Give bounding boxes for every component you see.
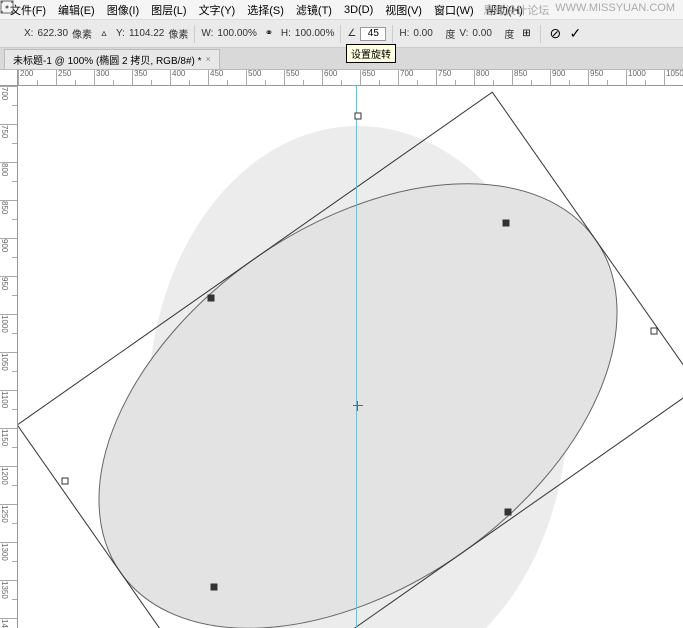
transform-origin-icon[interactable]: [4, 26, 20, 42]
transform-handle-mid[interactable]: [211, 584, 218, 591]
transform-handle-corner[interactable]: [62, 478, 69, 485]
canvas[interactable]: [18, 86, 683, 628]
vskew-value[interactable]: 0.00: [472, 28, 500, 39]
link-icon[interactable]: ⚭: [261, 26, 277, 42]
menu-item[interactable]: 图层(L): [145, 0, 192, 20]
transform-handle-corner[interactable]: [355, 113, 362, 120]
watermark-url: WWW.MISSYUAN.COM: [555, 2, 675, 18]
menu-item[interactable]: 滤镜(T): [290, 0, 338, 20]
h-value[interactable]: 100.00%: [295, 28, 334, 39]
ruler-corner: [0, 70, 18, 86]
x-label: X:: [24, 28, 33, 39]
cancel-icon[interactable]: ⊘: [547, 26, 563, 42]
transform-center[interactable]: [353, 401, 363, 411]
triangle-icon[interactable]: ▵: [96, 26, 112, 42]
close-icon[interactable]: ×: [206, 54, 211, 64]
tab-title: 未标题-1 @ 100% (椭圆 2 拷贝, RGB/8#) *: [13, 52, 202, 67]
x-unit: 像素: [72, 26, 92, 41]
vskew-label: V:: [459, 28, 468, 39]
ruler-vertical[interactable]: 7007508008509009501000105011001150120012…: [0, 86, 18, 628]
options-bar: X: 622.30 像素 ▵ Y: 1104.22 像素 W: 100.00% …: [0, 20, 683, 48]
angle-input[interactable]: [360, 27, 386, 41]
interpolation-icon[interactable]: ⊞: [518, 26, 534, 42]
x-value[interactable]: 622.30: [37, 28, 68, 39]
transform-handle-mid[interactable]: [503, 220, 510, 227]
vertical-guide[interactable]: [356, 86, 357, 628]
commit-icon[interactable]: ✓: [567, 26, 583, 42]
menu-item[interactable]: 视图(V): [379, 0, 428, 20]
rotation-tooltip: 设置旋转: [346, 44, 396, 63]
hskew-value[interactable]: 0.00: [413, 28, 441, 39]
transform-handle-mid[interactable]: [208, 295, 215, 302]
artwork: [18, 86, 683, 628]
menu-item[interactable]: 编辑(E): [52, 0, 101, 20]
watermark-text: 思缘设计论坛: [483, 2, 549, 18]
deg1: 度: [445, 26, 455, 41]
transform-handle-corner[interactable]: [651, 328, 658, 335]
watermark: 思缘设计论坛 WWW.MISSYUAN.COM: [483, 2, 675, 18]
h-label: H:: [281, 28, 291, 39]
deg2: 度: [504, 26, 514, 41]
menu-item[interactable]: 文字(Y): [193, 0, 242, 20]
w-label: W:: [201, 28, 213, 39]
y-unit: 像素: [168, 26, 188, 41]
menu-item[interactable]: 选择(S): [241, 0, 290, 20]
y-label: Y:: [116, 28, 125, 39]
document-tab-bar: 未标题-1 @ 100% (椭圆 2 拷贝, RGB/8#) * ×: [0, 48, 683, 70]
ruler-horizontal[interactable]: 2002503003504004505005506006507007508008…: [18, 70, 683, 86]
y-value[interactable]: 1104.22: [129, 28, 164, 39]
menu-item[interactable]: 窗口(W): [428, 0, 480, 20]
hskew-label: H:: [399, 28, 409, 39]
w-value[interactable]: 100.00%: [217, 28, 256, 39]
transform-handle-mid[interactable]: [505, 509, 512, 516]
angle-label: ∠: [347, 28, 356, 39]
workspace: 2002503003504004505005506006507007508008…: [0, 70, 683, 628]
menu-item[interactable]: 3D(D): [338, 2, 379, 18]
menu-item[interactable]: 图像(I): [101, 0, 145, 20]
document-tab[interactable]: 未标题-1 @ 100% (椭圆 2 拷贝, RGB/8#) * ×: [4, 49, 220, 69]
